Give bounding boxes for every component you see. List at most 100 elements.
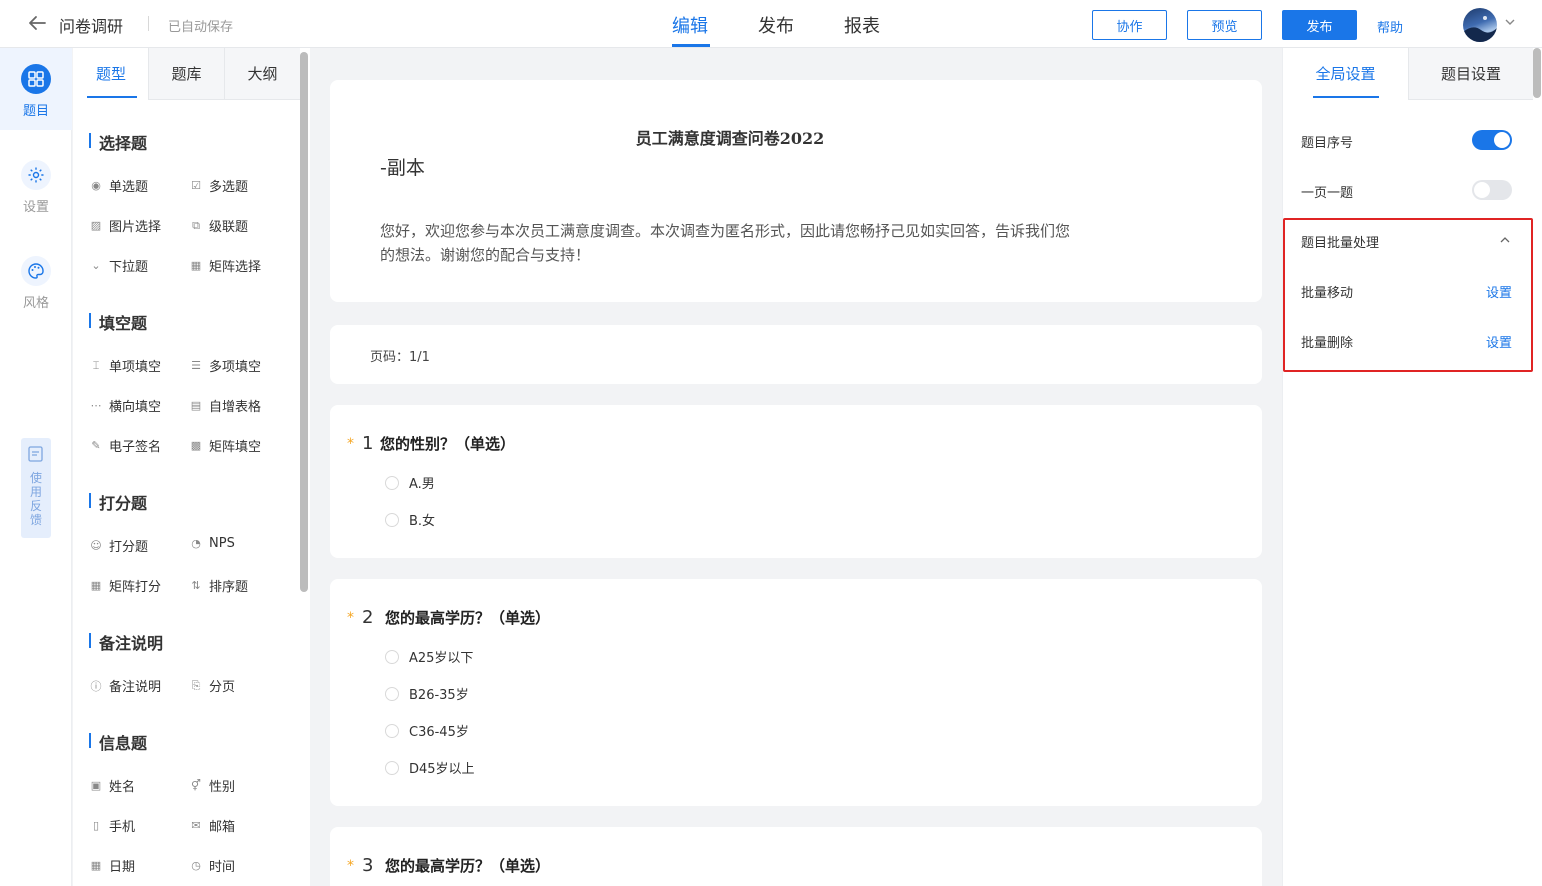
header-divider [148,16,149,31]
page-counter: 页码：1/1 [370,350,430,365]
question-text[interactable]: 您的最高学历？（单选） [385,855,550,876]
matrix-fill-icon: ▩ [190,439,202,452]
mail-icon: ✉ [191,819,201,832]
qtype-single-choice[interactable]: ◉ 单选题 [89,176,148,195]
question-card[interactable]: * 3 您的最高学历？（单选） [330,827,1262,886]
left-tab-indicator [87,96,137,98]
top-bar: 问卷调研 已自动保存 编辑 发布 报表 协作 预览 发布 帮助 [0,0,1542,48]
survey-description[interactable]: 您好，欢迎您参与本次员工满意度调查。本次调查为匿名形式，因此请您畅抒己见如实回答… [380,219,1080,267]
pen-icon: ✎ [91,439,101,452]
section-rating: 打分题 [89,490,147,514]
rail-item-style[interactable]: 风格 [0,256,72,311]
option[interactable]: B.女 [385,510,435,529]
radio-button[interactable] [385,512,399,527]
collab-button[interactable]: 协作 [1092,10,1167,40]
radio-button[interactable] [385,686,399,701]
rail-label-style: 风格 [22,296,49,311]
qtype-time[interactable]: ◷ 时间 [189,856,235,875]
settings-panel: 全局设置 题目设置 题目序号 一页一题 题目批量处理 批量移动 设置 批量删除 … [1282,48,1542,886]
qtype-inline-fill[interactable]: ⋯ 横向填空 [89,396,162,415]
qtype-cascade[interactable]: ⧉ 级联题 [189,216,248,236]
rail-item-settings[interactable]: 设置 [0,160,72,215]
tab-edit[interactable]: 编辑 [672,12,708,38]
qtype-matrix-choice[interactable]: ▦ 矩阵选择 [189,256,261,275]
smile-icon: ☺ [90,539,102,552]
qtype-note[interactable]: ⓘ 备注说明 [89,676,162,696]
option[interactable]: D45岁以上 [385,758,475,777]
info-icon: ⓘ [90,679,102,693]
qtype-matrix-rating[interactable]: ▦ 矩阵打分 [89,576,161,595]
feedback-label: 使用反馈 [29,471,42,527]
tab-question-types[interactable]: 题型 [73,48,149,100]
qtype-email[interactable]: ✉ 邮箱 [189,816,235,835]
question-number: 3 [362,855,374,876]
rail-label-settings: 设置 [22,200,49,215]
qtype-signature[interactable]: ✎ 电子签名 [89,436,161,455]
chevron-down-icon[interactable] [1503,15,1517,29]
publish-button[interactable]: 发布 [1282,10,1357,40]
qtype-name[interactable]: ▣ 姓名 [89,776,135,795]
radio-button[interactable] [385,649,399,664]
survey-header-card[interactable]: 员工满意度调查问卷2022 -副本 您好，欢迎您参与本次员工满意度调查。本次调查… [330,80,1262,302]
toggle-one-per-page[interactable] [1472,180,1512,200]
gear-icon [21,160,51,190]
qtype-dropdown[interactable]: ⌄ 下拉题 [89,256,148,275]
qtype-ranking[interactable]: ⇅ 排序题 [189,576,248,595]
tab-report[interactable]: 报表 [844,12,880,38]
right-panel-scrollbar[interactable] [1533,48,1541,98]
qtype-multi-fill[interactable]: ☰ 多项填空 [189,356,261,375]
qtype-single-fill[interactable]: ⌶ 单项填空 [89,356,161,376]
qtype-image-choice[interactable]: ▨ 图片选择 [89,216,161,235]
back-arrow-icon[interactable] [26,12,48,34]
matrix-rating-icon: ▦ [90,579,102,592]
app-title: 问卷调研 [59,17,124,36]
section-info: 信息题 [89,730,147,754]
qtype-auto-table[interactable]: ▤ 自增表格 [189,396,261,415]
table-icon: ▤ [190,399,202,412]
gender-icon: ⚥ [191,779,201,792]
survey-subtitle: -副本 [380,157,425,179]
qtype-date[interactable]: ▦ 日期 [89,856,135,875]
toggle-question-numbers[interactable] [1472,130,1512,150]
tab-question-bank[interactable]: 题库 [148,48,224,100]
tab-outline[interactable]: 大纲 [224,48,300,100]
question-text[interactable]: 您的性别？（单选） [380,433,515,454]
qtype-rating[interactable]: ☺ 打分题 [89,536,148,555]
qtype-nps[interactable]: ◔ NPS [189,536,235,551]
question-text[interactable]: 您的最高学历？（单选） [385,607,550,628]
tab-question-settings[interactable]: 题目设置 [1408,48,1533,100]
gauge-icon: ◔ [191,537,201,550]
help-link[interactable]: 帮助 [1377,17,1403,36]
option[interactable]: A.男 [385,473,435,492]
option[interactable]: B26-35岁 [385,684,469,703]
question-number: 2 [362,607,374,628]
option[interactable]: C36-45岁 [385,721,469,740]
tab-global-settings[interactable]: 全局设置 [1283,48,1408,100]
qtype-phone[interactable]: ▯ 手机 [89,816,135,835]
avatar[interactable] [1463,8,1497,42]
feedback-button[interactable]: 使用反馈 [21,438,51,538]
qtype-gender[interactable]: ⚥ 性别 [189,776,235,795]
page-icon: ⎘ [191,678,201,692]
rail-label-questions: 题目 [22,104,49,119]
edit-note-icon [28,446,43,462]
left-panel-scrollbar[interactable] [300,52,308,592]
radio-button[interactable] [385,475,399,490]
id-card-icon: ▣ [90,779,102,792]
question-card[interactable]: * 1 您的性别？（单选） A.男 B.女 [330,405,1262,558]
tab-publish[interactable]: 发布 [758,12,794,38]
rail-item-questions[interactable]: 题目 [0,48,72,130]
option[interactable]: A25岁以下 [385,647,473,666]
qtype-page-break[interactable]: ⎘ 分页 [189,676,235,696]
image-icon: ▨ [90,219,102,232]
palette-icon [21,256,51,286]
radio-button[interactable] [385,760,399,775]
qtype-multi-choice[interactable]: ☑ 多选题 [189,176,248,195]
survey-title[interactable]: 员工满意度调查问卷2022 [330,125,1130,149]
cascade-icon: ⧉ [192,218,200,232]
question-card[interactable]: * 2 您的最高学历？（单选） A25岁以下 B26-35岁 C36-45岁 D… [330,579,1262,806]
preview-button[interactable]: 预览 [1187,10,1262,40]
calendar-icon: ▦ [90,859,102,872]
radio-button[interactable] [385,723,399,738]
qtype-matrix-fill[interactable]: ▩ 矩阵填空 [189,436,261,455]
